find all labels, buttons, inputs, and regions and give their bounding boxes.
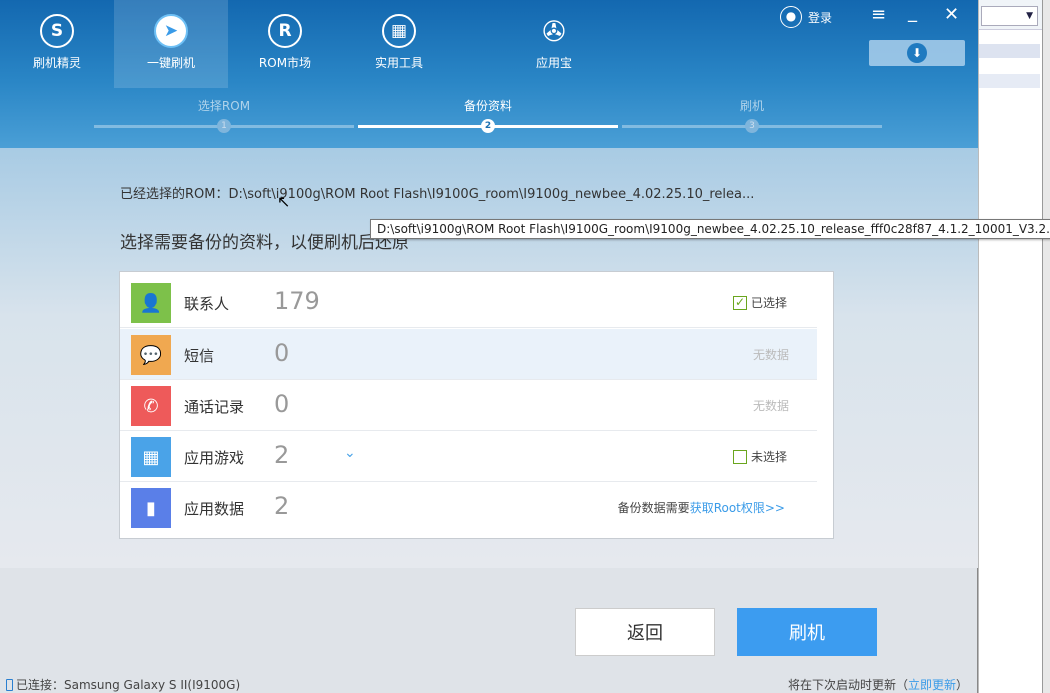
selected-rom-path: 已经选择的ROM：D:\soft\i9100g\ROM Root Flash\I…: [120, 187, 755, 202]
app-window: S 刷机精灵 ➤ 一键刷机 R ROM市场 ▦ 实用工具 ✇ 应用宝 ● 登录 ≡ _ ✕ …: [0, 0, 1050, 693]
item-name: 应用游戏: [184, 449, 245, 467]
list-item-sms[interactable]: 💬 短信 0 无数据: [120, 329, 817, 380]
checkbox-contacts[interactable]: ✓ 已选择: [733, 294, 787, 311]
nav-rom-market[interactable]: R ROM市场: [228, 0, 342, 88]
apps-icon: ▦: [131, 437, 171, 477]
background-window: ▼: [978, 0, 1050, 693]
item-count: 0: [274, 390, 290, 418]
checkbox-checked-icon: ✓: [733, 294, 747, 310]
step-dot-1: 1: [217, 119, 231, 133]
back-button[interactable]: 返回: [575, 608, 715, 656]
item-status: 无数据: [752, 399, 789, 413]
update-now-link[interactable]: 立即更新: [908, 678, 956, 692]
yingyongbao-icon: ✇: [542, 14, 566, 48]
bar-chart-icon: ▮: [131, 488, 171, 528]
step-dot-2: 2: [481, 119, 495, 133]
grid-icon: ▦: [382, 14, 416, 48]
step-backup: 备份资料: [463, 99, 512, 113]
rom-r-icon: R: [268, 14, 302, 48]
item-count: 2: [274, 441, 290, 469]
chevron-down-icon[interactable]: ⌄: [344, 445, 356, 461]
nav-yijianshuaji[interactable]: ➤ 一键刷机: [114, 0, 228, 88]
mouse-cursor: ↖: [277, 192, 291, 211]
item-count: 179: [274, 287, 320, 315]
phone-icon: ✆: [131, 386, 171, 426]
nav-shuajijingling[interactable]: S 刷机精灵: [0, 0, 114, 88]
connection-status: 已连接：Samsung Galaxy S II(I9100G): [6, 676, 240, 693]
checkbox-unchecked-icon: [733, 449, 747, 464]
step-flash: 刷机: [739, 99, 764, 113]
download-icon: ⬇: [907, 43, 927, 63]
backup-list: 👤 联系人 179 ✓ 已选择 💬 短信 0 无数据 ✆ 通话记录 0 无数据 ▦…: [119, 271, 834, 539]
item-count: 0: [274, 339, 290, 367]
flash-button[interactable]: 刷机: [737, 608, 877, 656]
list-item-calls[interactable]: ✆ 通话记录 0 无数据: [120, 380, 817, 431]
item-name: 联系人: [184, 295, 230, 313]
item-status: 备份数据需要获取Root权限>>: [617, 501, 785, 515]
download-button[interactable]: ⬇: [869, 40, 965, 66]
shield-icon: S: [40, 14, 74, 48]
header: S 刷机精灵 ➤ 一键刷机 R ROM市场 ▦ 实用工具 ✇ 应用宝 ● 登录 ≡ _ ✕ …: [0, 0, 978, 148]
message-icon: 💬: [131, 335, 171, 375]
item-count: 2: [274, 492, 290, 520]
list-item-contacts[interactable]: 👤 联系人 179 ✓ 已选择: [120, 277, 817, 328]
path-tooltip: D:\soft\i9100g\ROM Root Flash\I9100G_roo…: [370, 219, 1050, 239]
minimize-icon[interactable]: _: [908, 2, 917, 23]
get-root-link[interactable]: 获取Root权限>>: [690, 501, 785, 515]
cursor-icon: ➤: [154, 14, 188, 48]
checkbox-apps[interactable]: 未选择: [733, 448, 787, 465]
item-name: 短信: [184, 347, 215, 365]
nav-tools[interactable]: ▦ 实用工具: [342, 0, 456, 88]
list-item-app-data[interactable]: ▮ 应用数据 2 备份数据需要获取Root权限>>: [120, 482, 817, 533]
list-item-apps[interactable]: ▦ 应用游戏 2 ⌄ 未选择: [120, 431, 817, 482]
item-name: 应用数据: [184, 500, 245, 518]
login-button[interactable]: ● 登录: [780, 6, 832, 28]
qq-icon: ●: [780, 6, 802, 28]
page-heading: 选择需要备份的资料，以便刷机后还原: [120, 233, 409, 253]
menu-icon[interactable]: ≡: [871, 4, 886, 25]
background-dropdown[interactable]: ▼: [981, 6, 1038, 26]
contact-icon: 👤: [131, 283, 171, 323]
phone-device-icon: [6, 678, 13, 691]
step-select-rom: 选择ROM: [197, 99, 251, 113]
nav-yingyongbao[interactable]: ✇ 应用宝: [497, 0, 611, 88]
update-status: 将在下次启动时更新（立即更新）: [788, 678, 969, 692]
step-dot-3: 3: [745, 119, 759, 133]
close-icon[interactable]: ✕: [944, 4, 959, 25]
item-name: 通话记录: [184, 398, 245, 416]
item-status: 无数据: [752, 348, 789, 362]
